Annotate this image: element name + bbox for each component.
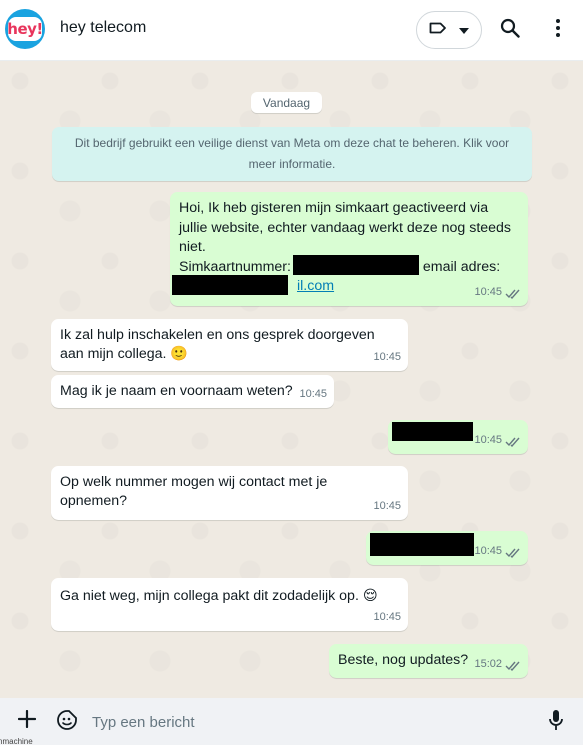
message-bubble-outgoing[interactable]: 10:45 [388, 420, 528, 454]
message-meta: 10:45 [474, 431, 521, 450]
avatar-logo-text: hey! [7, 20, 43, 38]
email-label: / email adres: [415, 258, 501, 275]
label-dropdown-button[interactable] [416, 11, 482, 49]
plus-icon [17, 709, 37, 733]
message-bubble-incoming[interactable]: Ga niet weg, mijn collega pakt dit zodad… [51, 578, 408, 631]
kebab-menu-icon [556, 18, 560, 42]
message-bubble-outgoing[interactable]: Hoi, Ik heb gisteren mijn simkaart geact… [170, 192, 528, 306]
emoji-button[interactable] [55, 709, 79, 736]
message-text: Ga niet weg, mijn collega pakt dit zodad… [60, 588, 378, 604]
message-text: Beste, nog updates? [338, 652, 469, 668]
message-time: 10:45 [299, 388, 327, 400]
search-button[interactable] [497, 17, 523, 43]
message-meta: 15:02 [474, 655, 521, 674]
message-time: 10:45 [373, 351, 401, 363]
message-meta: 10:45 [474, 283, 521, 302]
search-icon [500, 18, 520, 43]
message-meta: 10:45 [373, 497, 401, 516]
message-input[interactable] [92, 712, 512, 732]
message-bubble-outgoing[interactable]: Beste, nog updates? 15:02 [329, 644, 528, 678]
sticker-smiley-icon [56, 709, 78, 736]
double-check-icon [505, 287, 521, 300]
message-text: Ik zal hulp inschakelen en ons gesprek d… [60, 327, 375, 362]
double-check-icon [505, 546, 521, 559]
message-text: Op welk nummer mogen wij contact met je … [60, 474, 328, 509]
message-meta: 10:45 [373, 608, 401, 627]
redacted-block [172, 275, 288, 295]
date-separator: Vandaag [251, 92, 322, 113]
attach-button[interactable] [16, 709, 38, 733]
double-check-icon [505, 435, 521, 448]
message-bubble-outgoing[interactable]: 10:45 [366, 531, 528, 565]
redacted-block [293, 255, 419, 275]
footer-fragment-text: nmachine [0, 737, 33, 745]
chevron-down-icon [459, 21, 469, 39]
chat-header: hey! hey telecom [0, 0, 583, 61]
microphone-icon [549, 709, 563, 735]
avatar-logo: hey! [7, 17, 43, 41]
redacted-block [392, 422, 473, 441]
message-text: Mag ik je naam en voornaam weten? [60, 383, 293, 399]
system-notice[interactable]: Dit bedrijf gebruikt een veilige dienst … [52, 127, 532, 181]
message-bubble-incoming[interactable]: Ik zal hulp inschakelen en ons gesprek d… [51, 319, 408, 371]
sim-label: Simkaartnummer: [179, 258, 291, 275]
contact-avatar[interactable]: hey! [5, 9, 45, 49]
message-meta: 10:45 [373, 348, 401, 367]
double-check-icon [505, 659, 521, 672]
voice-message-button[interactable] [546, 709, 566, 735]
message-meta: 10:45 [474, 542, 521, 561]
message-time: 10:45 [474, 545, 502, 557]
chat-panel[interactable]: Vandaag Dit bedrijf gebruikt een veilige… [0, 61, 583, 698]
message-time: 10:45 [373, 611, 401, 623]
message-time: 15:02 [474, 658, 502, 670]
message-bubble-incoming[interactable]: Op welk nummer mogen wij contact met je … [51, 466, 408, 520]
message-time: 10:45 [373, 500, 401, 512]
message-bubble-incoming[interactable]: Mag ik je naam en voornaam weten? 10:45 [51, 375, 334, 408]
message-composer [0, 698, 583, 745]
message-time: 10:45 [474, 434, 502, 446]
email-link[interactable]: il.com [297, 277, 334, 297]
message-time: 10:45 [474, 286, 502, 298]
message-text-line: jullie website, echter vandaag werkt dez… [179, 219, 512, 236]
message-text-line: Hoi, Ik heb gisteren mijn simkaart geact… [179, 200, 489, 216]
redacted-block [370, 533, 474, 556]
menu-button[interactable] [548, 17, 568, 43]
contact-name[interactable]: hey telecom [60, 19, 146, 37]
message-meta: 10:45 [299, 385, 327, 404]
label-tag-icon [429, 21, 447, 39]
